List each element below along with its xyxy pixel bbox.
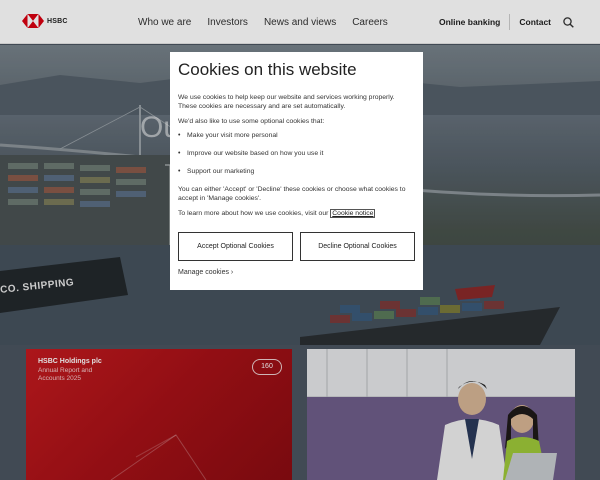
cookie-choice-text: You can either 'Accept' or 'Decline' the… (178, 186, 406, 202)
cookie-button-row: Accept Optional Cookies Decline Optional… (178, 232, 415, 261)
decline-optional-cookies-button[interactable]: Decline Optional Cookies (300, 232, 415, 261)
cookie-learn-more: To learn more about how we use cookies, … (178, 209, 415, 218)
learn-more-text: To learn more about how we use cookies, … (178, 210, 329, 217)
list-item: Make your visit more personal (178, 131, 415, 140)
cookie-dialog-title: Cookies on this website (178, 60, 357, 79)
cookie-intro-text: We use cookies to help keep our website … (178, 94, 395, 110)
cookie-purpose-list: Make your visit more personal Improve ou… (178, 131, 415, 176)
cookie-consent-dialog: Cookies on this website We use cookies t… (170, 52, 423, 290)
accept-optional-cookies-button[interactable]: Accept Optional Cookies (178, 232, 293, 261)
optional-cookies-intro: We'd also like to use some optional cook… (178, 118, 325, 125)
manage-cookies-link[interactable]: Manage cookies › (178, 269, 233, 276)
list-item: Improve our website based on how you use… (178, 149, 415, 158)
cookie-notice-link[interactable]: Cookie notice (330, 209, 376, 218)
list-item: Support our marketing (178, 167, 415, 176)
